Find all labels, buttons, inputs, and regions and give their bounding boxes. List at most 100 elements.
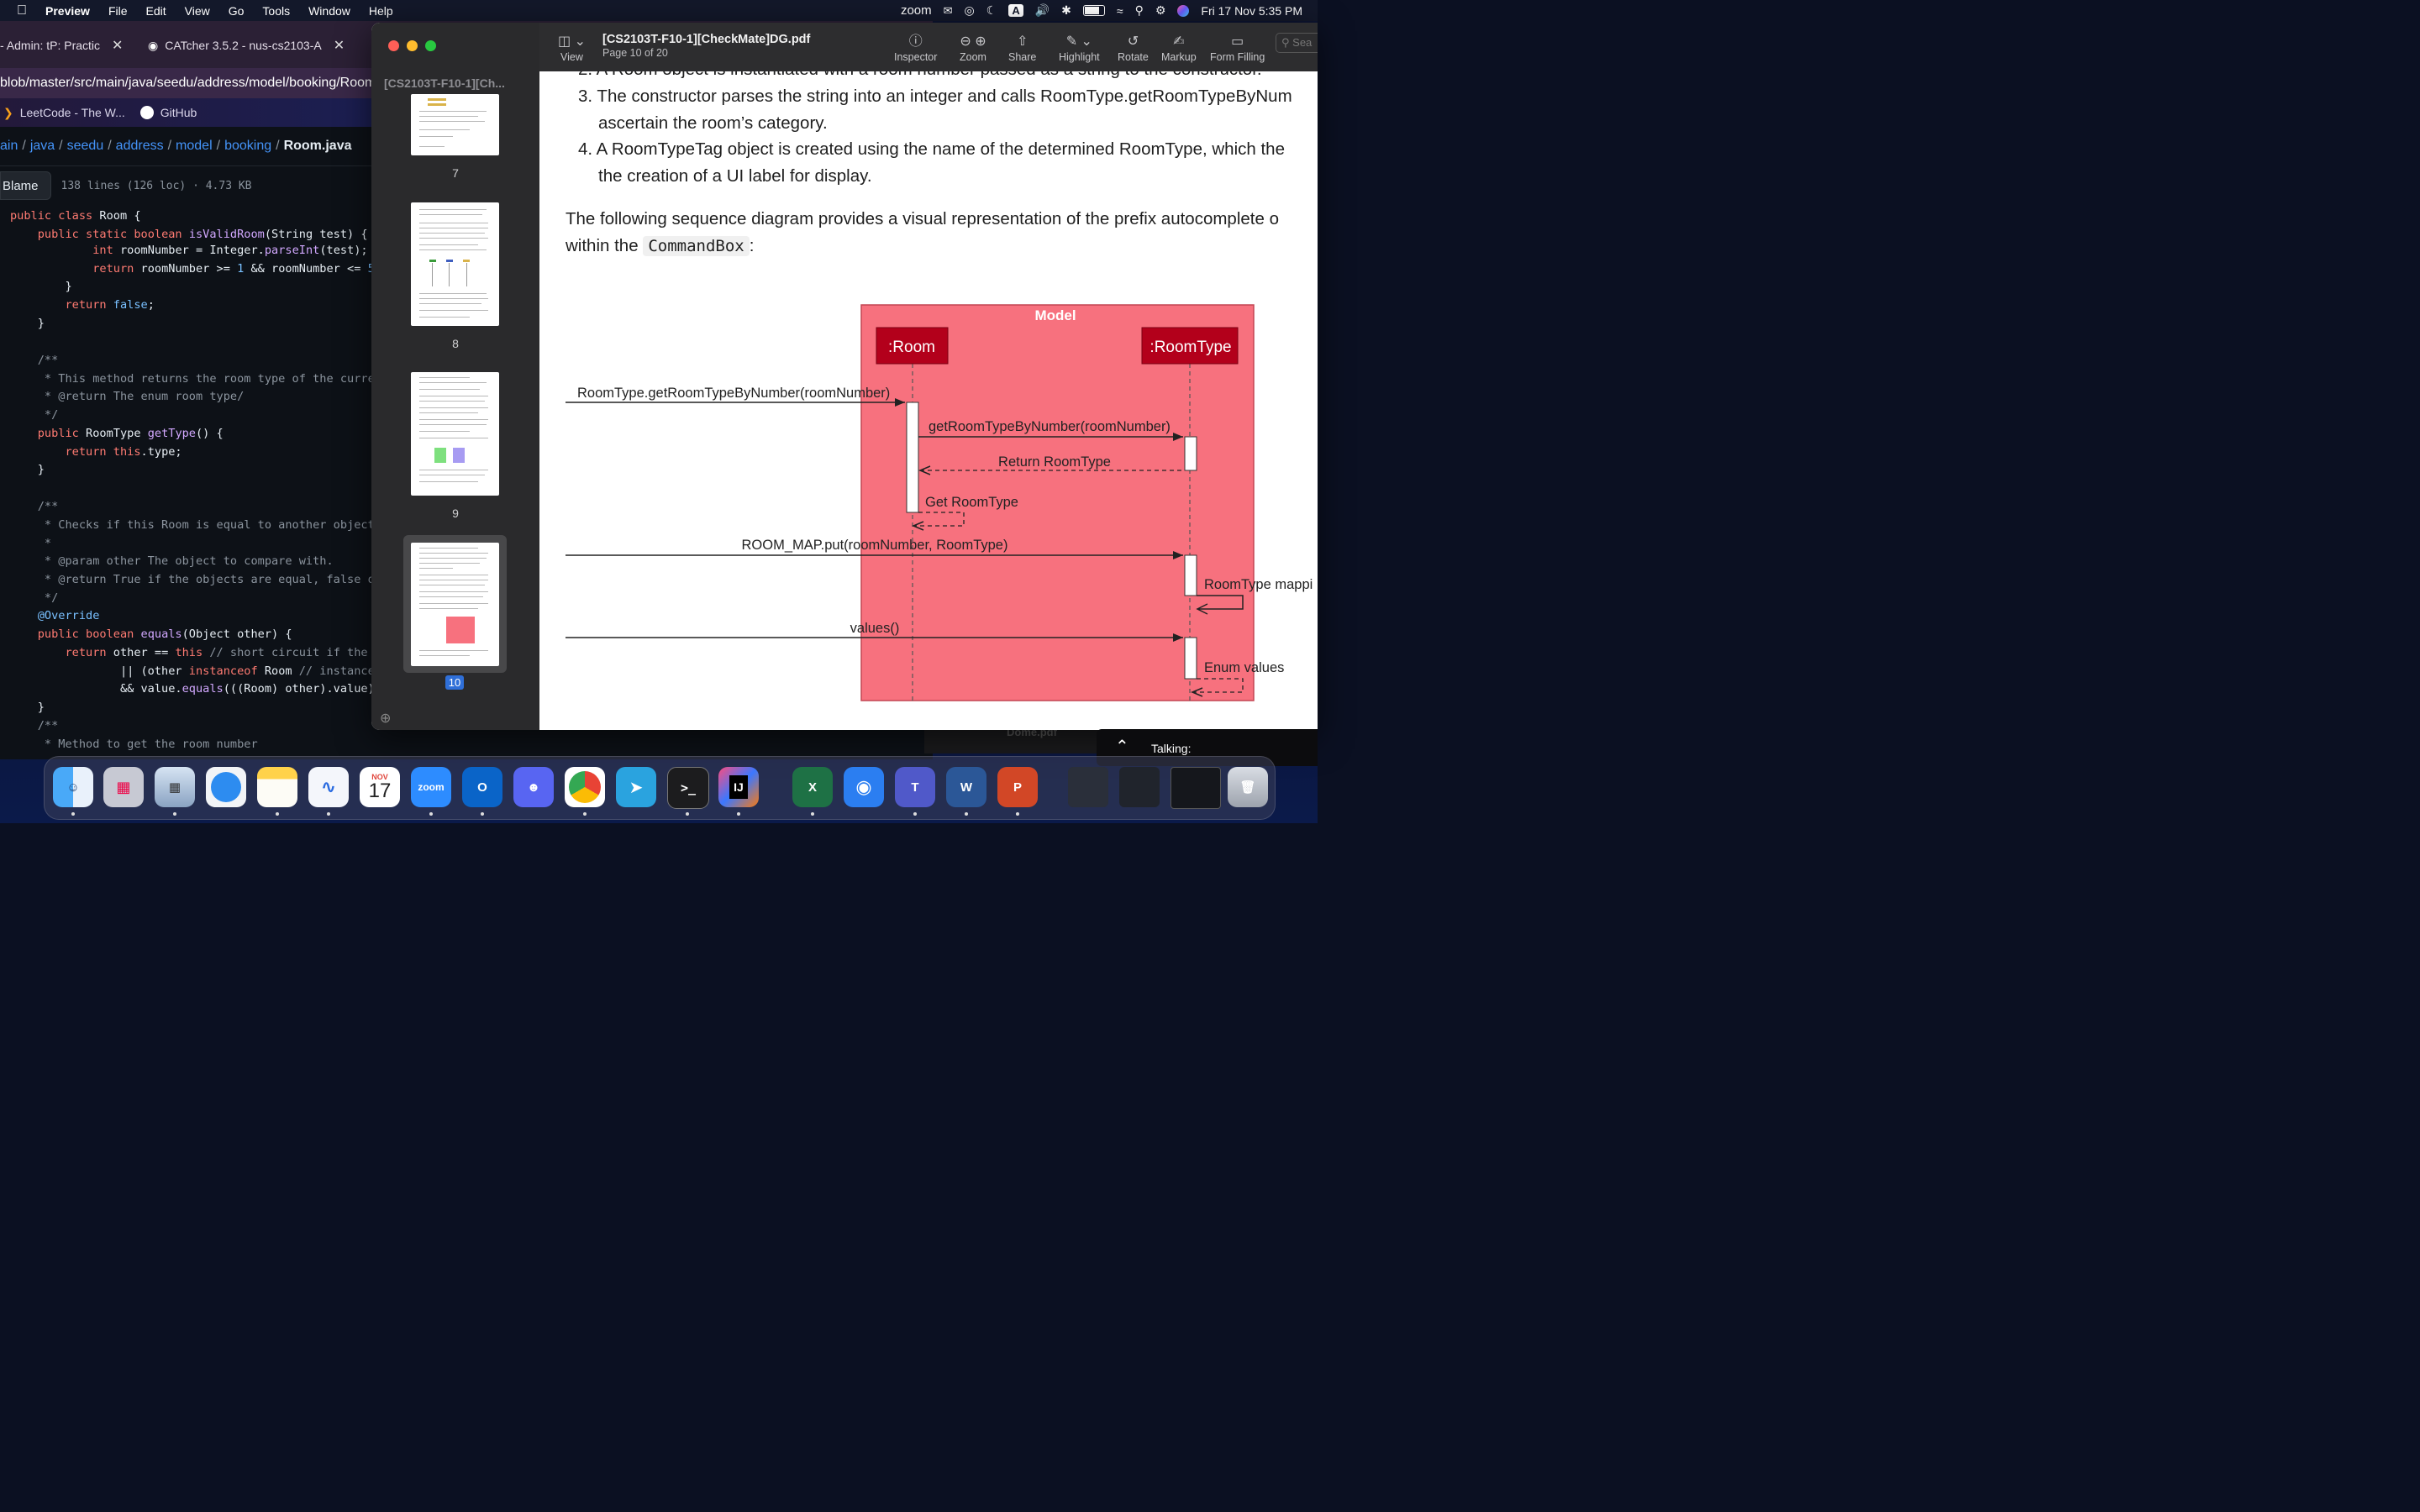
page-thumbnail-7[interactable] xyxy=(411,94,499,155)
zoom-button[interactable]: ⊖ ⊕ Zoom xyxy=(960,33,986,63)
code-line: /** xyxy=(10,719,59,732)
code-line: } xyxy=(10,317,45,330)
powerpoint-icon[interactable]: P xyxy=(997,767,1038,807)
share-button[interactable]: ⇧ Share xyxy=(1008,33,1036,63)
markup-button[interactable]: ✍ Markup xyxy=(1161,33,1197,63)
recent-window-thumbnail[interactable] xyxy=(1171,767,1221,809)
zoom-icon[interactable]: zoom xyxy=(411,767,451,807)
message-label: ROOM_MAP.put(roomNumber, RoomType) xyxy=(742,538,1008,553)
control-center-icon[interactable]: ⚙ xyxy=(1155,3,1166,18)
document-page-indicator: Page 10 of 20 xyxy=(602,47,668,59)
code-line: return this.type; xyxy=(65,445,182,459)
trash-icon[interactable]: 🗑 xyxy=(1228,767,1268,807)
url-text[interactable]: blob/master/src/main/java/seedu/address/… xyxy=(0,76,376,91)
code-line: } xyxy=(10,701,45,714)
blame-button[interactable]: Blame xyxy=(0,171,51,200)
github-icon xyxy=(139,106,154,119)
apple-menu-icon[interactable]:  xyxy=(0,3,36,18)
wifi-icon[interactable]: ≈ xyxy=(1117,4,1123,18)
terminal-icon[interactable]: >_ xyxy=(667,767,709,809)
highlight-button[interactable]: ✎ ⌄ Highlight xyxy=(1059,33,1100,63)
breadcrumb-link[interactable]: seedu xyxy=(67,139,104,154)
preview-icon[interactable]: ▦ xyxy=(155,767,195,807)
outlook-status-icon[interactable]: ✉ xyxy=(944,4,953,18)
breadcrumb-link[interactable]: ain xyxy=(0,139,18,154)
teams-icon[interactable]: T xyxy=(895,767,935,807)
input-source-icon[interactable]: A xyxy=(1008,4,1023,17)
breadcrumb-separator: / xyxy=(108,139,112,153)
view-button[interactable]: ◫ ⌄ View xyxy=(558,33,586,63)
menu-edit[interactable]: Edit xyxy=(137,4,176,18)
menu-go[interactable]: Go xyxy=(219,4,254,18)
page-thumbnail-9[interactable] xyxy=(411,372,499,496)
notes-icon[interactable] xyxy=(257,767,297,807)
browser-tab-catcher[interactable]: ◉ CATcher 3.5.2 - nus-cs2103-A ✕ xyxy=(148,33,353,58)
add-page-icon[interactable]: ⊕ xyxy=(380,710,391,727)
paragraph-line-2: within the CommandBox: xyxy=(566,233,754,260)
close-window-button[interactable] xyxy=(388,40,399,51)
page-thumbnail-8[interactable] xyxy=(411,202,499,326)
fullscreen-window-button[interactable] xyxy=(425,40,436,51)
search-field[interactable]: ⚲ Sea xyxy=(1276,33,1318,53)
finder-icon[interactable]: ☺ xyxy=(53,767,93,807)
close-tab-icon[interactable]: ✕ xyxy=(334,37,345,54)
launchpad-icon[interactable]: ▦ xyxy=(103,767,144,807)
menu-clock[interactable]: Fri 17 Nov 5:35 PM xyxy=(1201,4,1302,18)
breadcrumb-link[interactable]: model xyxy=(176,139,213,154)
maps-pin-icon[interactable]: ◉ xyxy=(844,767,884,807)
menu-tools[interactable]: Tools xyxy=(253,4,299,18)
browser-tab-admin[interactable]: - Admin: tP: Practic ✕ xyxy=(0,33,134,58)
menu-view[interactable]: View xyxy=(176,4,219,18)
talking-label: Talking: xyxy=(1151,742,1192,755)
pdf-page[interactable]: 2. A Room object is instantiated with a … xyxy=(539,71,1318,730)
bookmark-label: LeetCode - The W... xyxy=(19,106,125,119)
menu-file[interactable]: File xyxy=(99,4,137,18)
paragraph-text: : xyxy=(749,236,755,255)
breadcrumb-current-file: Room.java xyxy=(283,139,352,153)
rotate-button[interactable]: ↺ Rotate xyxy=(1118,33,1149,63)
calendar-icon[interactable]: NOV 17 xyxy=(360,767,400,807)
breadcrumb-link[interactable]: address xyxy=(116,139,164,154)
dock: ☺ ▦ ▦ ∿ NOV 17 zoom O ☻ ➤ >_ IJ X ◉ T W … xyxy=(44,756,1276,820)
zoom-dock-label: zoom xyxy=(418,781,445,793)
code-line: int roomNumber = Integer.parseInt(test); xyxy=(92,244,368,257)
menu-app-name[interactable]: Preview xyxy=(36,4,99,18)
menu-window[interactable]: Window xyxy=(299,4,360,18)
spotlight-search-icon[interactable]: ⚲ xyxy=(1135,3,1144,18)
list-item-3-line-1: 3. The constructor parses the string int… xyxy=(578,87,1292,106)
breadcrumb-link[interactable]: java xyxy=(30,139,55,154)
volume-icon[interactable]: 🔊 xyxy=(1035,3,1050,18)
menu-help[interactable]: Help xyxy=(360,4,402,18)
battery-icon[interactable] xyxy=(1082,5,1105,16)
code-line: return roomNumber >= 1 && roomNumber <= … xyxy=(92,262,388,276)
safari-icon[interactable] xyxy=(206,767,246,807)
form-filling-button[interactable]: ▭ Form Filling xyxy=(1210,33,1265,63)
close-tab-icon[interactable]: ✕ xyxy=(112,37,123,54)
bookmark-github[interactable]: GitHub xyxy=(139,106,197,119)
siri-icon[interactable] xyxy=(1177,4,1190,17)
discord-icon[interactable]: ☻ xyxy=(513,767,554,807)
word-icon[interactable]: W xyxy=(946,767,986,807)
chevron-up-icon[interactable]: ⌃ xyxy=(1115,736,1129,757)
zoom-status-label[interactable]: zoom xyxy=(901,3,932,18)
inspector-button[interactable]: ⓘ Inspector xyxy=(894,33,937,63)
excel-icon[interactable]: X xyxy=(792,767,833,807)
recent-window-thumbnail[interactable] xyxy=(1068,767,1108,807)
page-thumbnail-10[interactable] xyxy=(411,543,499,666)
globe-status-icon[interactable]: ◎ xyxy=(965,3,975,18)
recent-window-thumbnail[interactable] xyxy=(1119,767,1160,807)
bluetooth-icon[interactable]: ✱ xyxy=(1061,3,1071,18)
code-line: return other == this // short circuit if… xyxy=(65,646,389,659)
freeform-icon[interactable]: ∿ xyxy=(308,767,349,807)
outlook-icon[interactable]: O xyxy=(462,767,502,807)
bookmark-label: GitHub xyxy=(160,106,197,119)
intellij-icon[interactable]: IJ xyxy=(718,767,759,807)
telegram-icon[interactable]: ➤ xyxy=(616,767,656,807)
chrome-icon[interactable] xyxy=(565,767,605,807)
code-line: * @param other The object to compare wit… xyxy=(10,554,334,568)
toolbar-label: Form Filling xyxy=(1210,51,1265,63)
breadcrumb-link[interactable]: booking xyxy=(224,139,271,154)
minimize-window-button[interactable] xyxy=(407,40,418,51)
bookmark-leetcode[interactable]: ❯ LeetCode - The W... xyxy=(3,106,125,120)
do-not-disturb-moon-icon[interactable]: ☾ xyxy=(986,3,997,18)
